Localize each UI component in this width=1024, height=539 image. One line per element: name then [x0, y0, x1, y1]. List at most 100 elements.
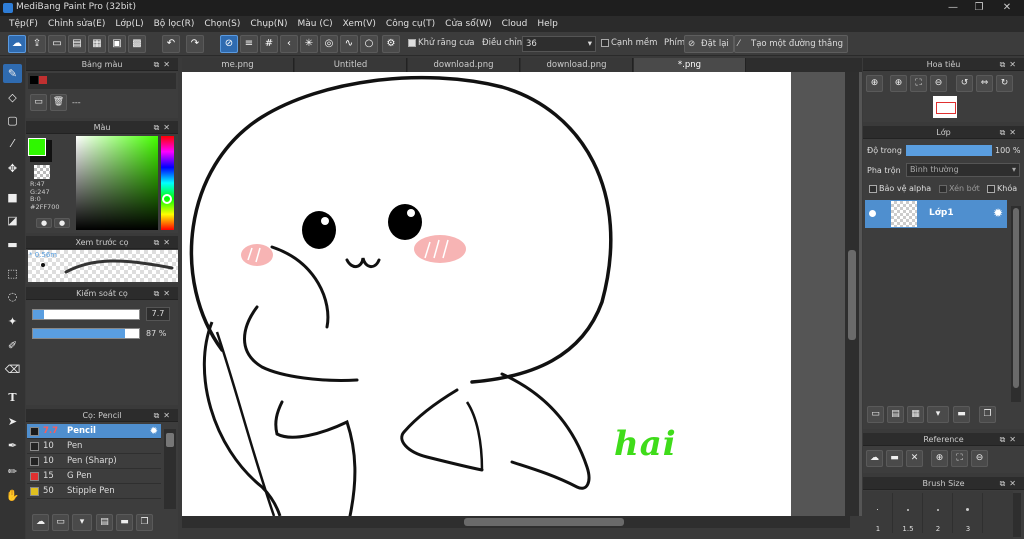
palette-swatch[interactable]	[30, 76, 38, 84]
new-8bit-layer-icon[interactable]: ▦	[907, 406, 924, 423]
cloud-brush-icon[interactable]: ☁	[32, 514, 49, 531]
reset-button[interactable]: ⊘ Đặt lại	[684, 35, 734, 53]
trash-icon[interactable]: 🗑	[50, 94, 67, 111]
hue-slider[interactable]	[161, 136, 174, 230]
brush-settings-icon[interactable]: ▤	[96, 514, 113, 531]
menu-file[interactable]: Tệp(F)	[4, 19, 43, 29]
add-palette-icon[interactable]: ▭	[30, 94, 47, 111]
soft-edge-toggle[interactable]: Cạnh mềm	[601, 38, 657, 48]
eyedropper-tool-icon[interactable]: ✒	[3, 436, 22, 455]
brush-list-scrollbar[interactable]	[164, 429, 176, 509]
text-tool-icon[interactable]: T	[3, 388, 22, 407]
brush-opacity-slider[interactable]	[32, 328, 140, 339]
snap-off-icon[interactable]: ⊘	[220, 35, 238, 53]
reference-zoom-in-icon[interactable]: ⊕	[931, 450, 948, 467]
menu-select[interactable]: Chọn(S)	[199, 19, 245, 29]
blend-mode-select[interactable]: Bình thường ▾	[906, 163, 1020, 177]
layer-opacity-slider[interactable]	[906, 145, 992, 156]
new-halftone-layer-icon[interactable]: ▤	[887, 406, 904, 423]
brush-size-cell[interactable]: 1.5	[893, 493, 923, 533]
menu-layer[interactable]: Lớp(L)	[110, 19, 148, 29]
brush-list-item[interactable]: 10 Pen (Sharp)	[27, 454, 161, 469]
layer-settings-gear-icon[interactable]: ✹	[993, 206, 1003, 220]
lock-toggle[interactable]: Khóa	[987, 184, 1017, 193]
hue-handle[interactable]	[162, 194, 172, 204]
brush-list-scroll-thumb[interactable]	[166, 433, 174, 447]
navigator-thumbnail[interactable]	[933, 96, 957, 118]
brush-size-scrollbar[interactable]	[1013, 493, 1021, 537]
color-settings-icon[interactable]: ●	[36, 218, 52, 228]
protect-alpha-toggle[interactable]: Bảo vệ alpha	[869, 184, 931, 193]
brush-list-item[interactable]: 15 G Pen	[27, 469, 161, 484]
add-brush-icon[interactable]: ▭	[52, 514, 69, 531]
comment-icon[interactable]: ▭	[48, 35, 66, 53]
close-button[interactable]: ✕	[994, 0, 1020, 15]
dot-tool-icon[interactable]: ⁄	[3, 134, 22, 153]
menu-capture[interactable]: Chụp(N)	[245, 19, 292, 29]
circle-snap-icon[interactable]: ◎	[320, 35, 338, 53]
pen-tool-icon[interactable]: ✏	[3, 462, 22, 481]
reference-open-icon[interactable]: ▬	[886, 450, 903, 467]
brush-size-value[interactable]: 7.7	[146, 307, 170, 321]
tab-untitled[interactable]: Untitled	[295, 58, 407, 72]
select-tool-icon[interactable]: ⬚	[3, 264, 22, 283]
flip-icon[interactable]: ⇔	[976, 75, 993, 92]
brush-settings-gear-icon[interactable]: ✹	[150, 424, 158, 439]
menu-window[interactable]: Cửa sổ(W)	[440, 19, 496, 29]
rotate-left-icon[interactable]: ↺	[956, 75, 973, 92]
canvas-paper[interactable]: hai	[182, 72, 791, 516]
visibility-icon[interactable]	[869, 210, 876, 217]
clip-toggle[interactable]: Xén bớt	[939, 184, 980, 193]
cloud-icon[interactable]: ☁	[8, 35, 26, 53]
hand-tool-icon[interactable]: ✋	[3, 486, 22, 505]
new-layer-icon[interactable]: ▭	[867, 406, 884, 423]
zoom-in-2-icon[interactable]: ⊕	[890, 75, 907, 92]
horizontal-scroll-thumb[interactable]	[464, 518, 624, 526]
reference-cloud-icon[interactable]: ☁	[866, 450, 883, 467]
vanishing-snap-icon[interactable]: ‹	[280, 35, 298, 53]
shape-tool-icon[interactable]: ■	[3, 188, 22, 207]
duplicate-layer-icon[interactable]: ❐	[979, 406, 996, 423]
menu-color[interactable]: Màu (C)	[293, 19, 338, 29]
brush-list-item[interactable]: 50 Stipple Pen	[27, 484, 161, 499]
redo-icon[interactable]: ↷	[186, 35, 204, 53]
add-brush-menu-icon[interactable]: ▾	[72, 514, 92, 531]
duplicate-icon[interactable]: ❐	[136, 514, 153, 531]
select-pen-tool-icon[interactable]: ✐	[3, 336, 22, 355]
maximize-button[interactable]: ❐	[966, 0, 992, 15]
zoom-out-icon[interactable]: ⊖	[930, 75, 947, 92]
add-layer-menu-icon[interactable]: ▾	[927, 406, 949, 423]
reference-close-icon[interactable]: ✕	[906, 450, 923, 467]
parallel-snap-icon[interactable]: ≡	[240, 35, 258, 53]
grid-icon[interactable]: ▩	[128, 35, 146, 53]
curve-snap-icon[interactable]: ∿	[340, 35, 358, 53]
fit-icon[interactable]: ⛶	[910, 75, 927, 92]
reference-fit-icon[interactable]: ⛶	[951, 450, 968, 467]
menu-view[interactable]: Xem(V)	[338, 19, 381, 29]
menu-tools[interactable]: Công cụ(T)	[381, 19, 440, 29]
bucket-tool-icon[interactable]: ◪	[3, 211, 22, 230]
operation-tool-icon[interactable]: ➤	[3, 412, 22, 431]
fg-color-swatch[interactable]	[28, 138, 46, 156]
tab-current-png[interactable]: *.png	[634, 58, 746, 72]
saturation-value-picker[interactable]	[76, 136, 158, 230]
palette-swatch[interactable]	[39, 76, 47, 84]
ellipse-snap-icon[interactable]: ○	[360, 35, 378, 53]
layer-scroll-thumb[interactable]	[1013, 208, 1019, 388]
document-icon[interactable]: ▤	[68, 35, 86, 53]
layer-row[interactable]: Lớp1 ✹	[865, 200, 1007, 228]
navigator-viewport[interactable]	[936, 102, 956, 114]
move-tool-icon[interactable]: ✥	[3, 159, 22, 178]
layer-scrollbar[interactable]	[1011, 206, 1021, 402]
layer-folder-icon[interactable]: ▬	[953, 406, 970, 423]
lasso-tool-icon[interactable]: ◌	[3, 287, 22, 306]
vertical-scroll-thumb[interactable]	[848, 250, 856, 340]
radial-snap-icon[interactable]: ✳	[300, 35, 318, 53]
antialias-toggle[interactable]: Khử răng cưa	[408, 38, 475, 48]
page-icon[interactable]: ▦	[88, 35, 106, 53]
panel-icon[interactable]: ▣	[108, 35, 126, 53]
folder-icon[interactable]: ▬	[116, 514, 133, 531]
zoom-in-icon[interactable]: ⊕	[866, 75, 883, 92]
minimize-button[interactable]: —	[940, 0, 966, 15]
brush-size-cell[interactable]: 3	[953, 493, 983, 533]
